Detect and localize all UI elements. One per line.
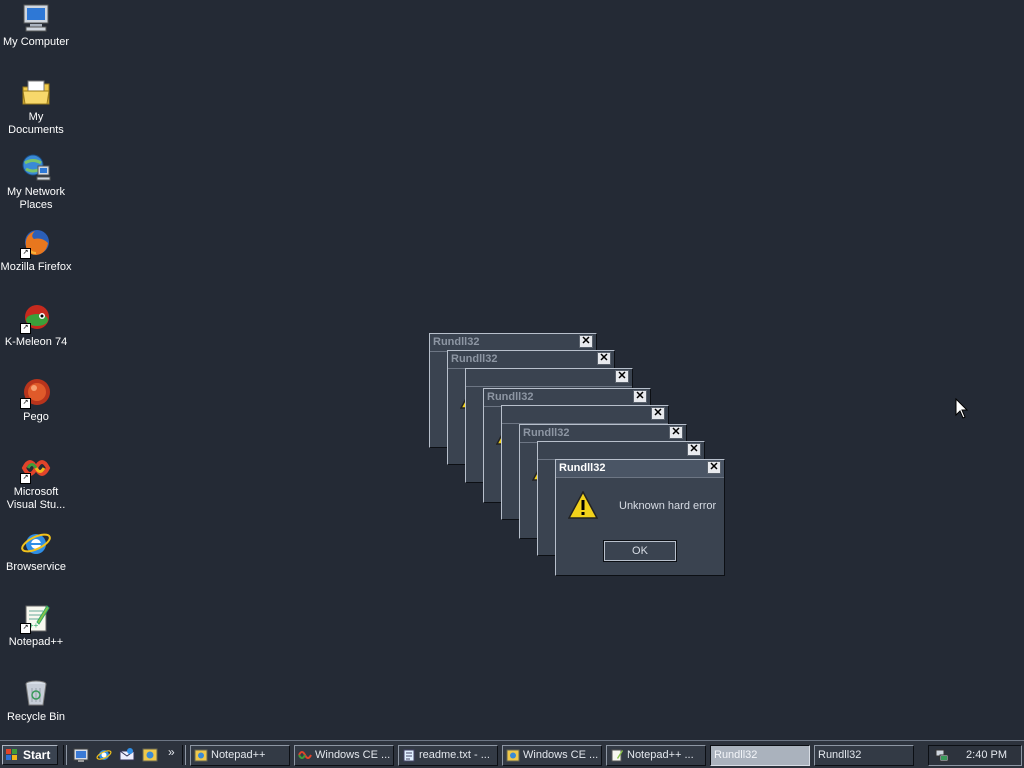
folder-documents-icon: [20, 77, 52, 109]
network-places-icon: [20, 152, 52, 184]
desktop-icon-browservice[interactable]: Browservice: [0, 527, 72, 574]
taskbar-button-rundll32-active[interactable]: Rundll32: [710, 745, 810, 766]
desktop-icon-label: Pego: [23, 411, 49, 423]
shortcut-arrow-icon: ↗: [20, 248, 31, 259]
shortcut-arrow-icon: ↗: [20, 473, 31, 484]
notepad-icon: [403, 749, 415, 762]
close-icon[interactable]: ✕: [687, 443, 701, 456]
desktop-icon-label: My Network Places: [6, 186, 66, 211]
outlook-express-icon[interactable]: [119, 747, 135, 763]
desktop-icon-k-meleon[interactable]: ↗ K-Meleon 74: [0, 302, 72, 349]
taskbar-button-windows-ce[interactable]: Windows CE ...: [294, 745, 394, 766]
close-icon[interactable]: ✕: [615, 370, 629, 383]
system-tray: 2:40 PM: [928, 745, 1022, 766]
desktop-icon-label: Mozilla Firefox: [0, 261, 72, 273]
desktop-icon-notepadpp[interactable]: ++ ↗ Notepad++: [0, 602, 72, 649]
dialog-title: Rundll32: [433, 336, 480, 348]
desktop-icon-label: My Documents: [8, 111, 64, 136]
taskbar-button-label: readme.txt - ...: [419, 749, 490, 761]
show-desktop-icon[interactable]: [73, 747, 89, 763]
network-connection-icon[interactable]: [935, 749, 949, 762]
notepadpp-icon: [611, 749, 623, 762]
taskbar-button-label: Notepad++ ...: [627, 749, 694, 761]
desktop-icon-label: K-Meleon 74: [4, 336, 68, 348]
windows-ce-icon: [194, 749, 208, 762]
desktop-icon-pego[interactable]: ↗ Pego: [0, 377, 72, 424]
taskbar-button-rundll32[interactable]: Rundll32: [814, 745, 914, 766]
pego-icon: ↗: [20, 377, 52, 409]
desktop-icon-label: Recycle Bin: [6, 711, 66, 723]
recycle-bin-icon: [20, 677, 52, 709]
shortcut-arrow-icon: ↗: [20, 623, 31, 634]
desktop-icon-label: My Computer: [2, 36, 70, 48]
notepadpp-icon: ++ ↗: [20, 602, 52, 634]
close-icon[interactable]: ✕: [597, 352, 611, 365]
desktop-icon-my-network-places[interactable]: My Network Places: [0, 152, 72, 212]
close-icon[interactable]: ✕: [651, 407, 665, 420]
dialog-message: Unknown hard error: [619, 500, 717, 512]
visual-studio-icon: [298, 751, 312, 759]
close-icon[interactable]: ✕: [669, 426, 683, 439]
dialog-title: Rundll32: [559, 462, 606, 474]
windows-ce-icon: [506, 749, 520, 762]
desktop-icon-label: Notepad++: [8, 636, 64, 648]
shortcut-arrow-icon: ↗: [20, 323, 31, 334]
desktop-icon-label: Browservice: [6, 561, 66, 573]
taskbar-button-notepadpp[interactable]: Notepad++ ...: [606, 745, 706, 766]
taskbar-button-windows-ce[interactable]: Windows CE ...: [502, 745, 602, 766]
close-icon[interactable]: ✕: [707, 461, 721, 474]
windows-ce-icon[interactable]: [142, 747, 158, 763]
taskbar: Start » Notepad++ Windows CE ... readme.…: [0, 740, 1024, 768]
windows-logo-icon: [6, 749, 17, 760]
start-label: Start: [23, 748, 51, 762]
firefox-icon: ↗: [20, 227, 52, 259]
desktop-icon-my-computer[interactable]: My Computer: [0, 2, 72, 49]
quicklaunch-more-icon[interactable]: »: [168, 745, 175, 759]
error-dialog-active[interactable]: Rundll32 ✕ Unknown hard error OK: [555, 459, 725, 576]
dialog-titlebar[interactable]: Rundll32 ✕: [448, 351, 614, 369]
taskbar-button-notepadpp[interactable]: Notepad++: [190, 745, 290, 766]
visual-studio-icon: ↗: [20, 452, 52, 484]
desktop: My Computer My Documents My Network Plac…: [0, 0, 1024, 740]
taskbar-separator: [182, 745, 186, 765]
dialog-titlebar[interactable]: ✕: [466, 369, 632, 387]
taskbar-button-label: Notepad++: [211, 749, 266, 761]
desktop-icon-recycle-bin[interactable]: Recycle Bin: [0, 677, 72, 724]
shortcut-arrow-icon: ↗: [20, 398, 31, 409]
internet-explorer-icon: [20, 527, 52, 559]
desktop-icon-label: Microsoft Visual Stu...: [6, 486, 66, 511]
start-button[interactable]: Start: [2, 745, 58, 765]
taskbar-button-readme[interactable]: readme.txt - ...: [398, 745, 498, 766]
taskbar-button-label: Windows CE ...: [315, 749, 391, 761]
dialog-title: Rundll32: [451, 353, 498, 365]
dialog-title: Rundll32: [523, 427, 570, 439]
taskbar-button-label: Rundll32: [818, 749, 862, 761]
dialog-titlebar[interactable]: ✕: [502, 406, 668, 424]
clock[interactable]: 2:40 PM: [966, 749, 1007, 761]
dialog-titlebar[interactable]: Rundll32 ✕: [556, 460, 724, 478]
desktop-icon-visual-studio[interactable]: ↗ Microsoft Visual Stu...: [0, 452, 72, 512]
dialog-titlebar[interactable]: ✕: [538, 442, 704, 460]
ok-button[interactable]: OK: [603, 540, 677, 562]
taskbar-button-label: Rundll32: [714, 749, 758, 761]
internet-explorer-icon[interactable]: [96, 747, 112, 763]
desktop-icon-my-documents[interactable]: My Documents: [0, 77, 72, 137]
taskbar-separator: [63, 745, 67, 765]
kmeleon-icon: ↗: [20, 302, 52, 334]
taskbar-button-label: Windows CE ...: [523, 749, 599, 761]
mouse-pointer-icon: [955, 398, 969, 419]
desktop-icon-mozilla-firefox[interactable]: ↗ Mozilla Firefox: [0, 227, 72, 274]
close-icon[interactable]: ✕: [633, 390, 647, 403]
computer-icon: [20, 2, 52, 34]
warning-icon: [568, 491, 598, 519]
close-icon[interactable]: ✕: [579, 335, 593, 348]
dialog-title: Rundll32: [487, 391, 534, 403]
